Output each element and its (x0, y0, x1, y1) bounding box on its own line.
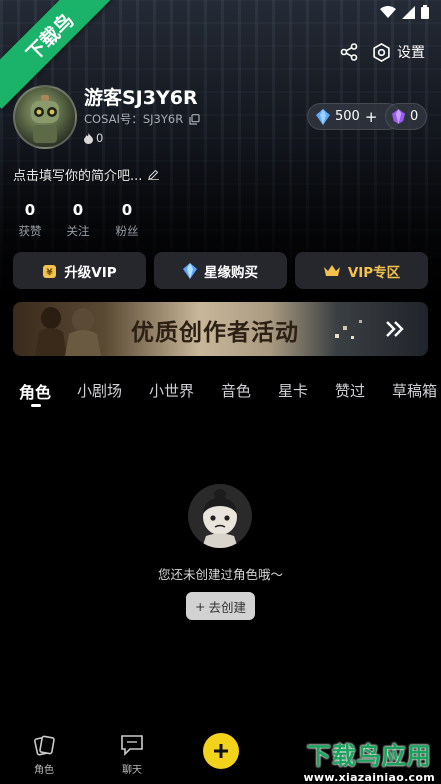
upgrade-vip-button[interactable]: ¥ 升级VIP (13, 252, 146, 289)
cartoon-girl-image (202, 489, 238, 548)
tab-voices[interactable]: 音色 (221, 380, 251, 401)
stat-likes-label: 获赞 (18, 224, 42, 238)
plus-icon: + (364, 107, 378, 126)
crown-icon (323, 264, 340, 276)
diamond-icon (183, 262, 197, 279)
banner-characters-image (35, 307, 101, 356)
crystal-amount: 500 (335, 109, 360, 124)
nav-characters[interactable]: 角色 (22, 734, 66, 776)
plus-icon: + (195, 598, 206, 614)
tab-theater[interactable]: 小剧场 (77, 380, 122, 401)
stat-following-value: 0 (72, 201, 84, 219)
vip-zone-label: VIP专区 (347, 264, 401, 281)
nav-chat-label: 聊天 (122, 765, 142, 776)
popularity: 0 (84, 131, 103, 145)
bio-placeholder: 点击填写你的简介吧... (13, 169, 143, 184)
stat-following[interactable]: 0 关注 (58, 201, 98, 239)
gem-amount: 0 (410, 109, 419, 124)
tab-small-world[interactable]: 小世界 (149, 380, 194, 401)
empty-state-illustration (188, 484, 252, 548)
stat-followers-value: 0 (121, 201, 133, 219)
empty-state-message: 您还未创建过角色哦～ (157, 567, 283, 582)
gear-icon (373, 42, 390, 62)
nav-characters-label: 角色 (34, 765, 54, 776)
flame-icon (84, 132, 93, 144)
cosai-id: COSAI号：SJ3Y6R (84, 111, 200, 127)
popularity-count: 0 (96, 131, 104, 145)
vip-coin-icon: ¥ (43, 264, 57, 278)
battery-icon (421, 5, 429, 19)
stat-likes[interactable]: 0 获赞 (10, 201, 50, 239)
avatar[interactable] (13, 85, 77, 149)
active-tab-indicator (31, 404, 41, 407)
create-button-label: 去创建 (208, 599, 246, 615)
robot-avatar-image (31, 95, 59, 143)
double-chevron-right-icon (386, 321, 404, 337)
upgrade-vip-label: 升级VIP (64, 264, 117, 281)
copy-icon[interactable] (189, 113, 200, 125)
character-cards-icon (34, 735, 55, 756)
watermark-title: 下载鸟应用 (306, 742, 432, 770)
stat-followers[interactable]: 0 粉丝 (107, 201, 147, 239)
create-button[interactable] (203, 733, 239, 769)
pixel-sparkle-decoration (335, 320, 362, 339)
username: 游客SJ3Y6R (84, 87, 198, 109)
gem-balance[interactable]: 0 (385, 103, 427, 130)
stat-followers-label: 粉丝 (115, 224, 139, 238)
settings-button[interactable]: 设置 (372, 42, 425, 62)
top-actions: 设置 (340, 42, 425, 62)
bio[interactable]: 点击填写你的简介吧... (13, 165, 160, 184)
chat-icon (121, 735, 143, 756)
stat-likes-value: 0 (24, 201, 36, 219)
share-icon[interactable] (340, 43, 358, 61)
banner-title: 优质创作者活动 (131, 319, 299, 346)
star-purchase-label: 星缘购买 (204, 264, 258, 281)
tab-characters[interactable]: 角色 (19, 379, 51, 403)
nav-chat[interactable]: 聊天 (110, 734, 154, 776)
creator-event-banner[interactable]: 优质创作者活动 (13, 302, 428, 356)
signal-icon (402, 5, 415, 19)
edit-pencil-icon (148, 169, 160, 180)
tab-star-cards[interactable]: 星卡 (278, 380, 308, 401)
create-character-button[interactable]: + 去创建 (186, 592, 255, 620)
status-bar (380, 4, 429, 20)
blue-crystal-icon (316, 108, 330, 125)
stat-following-label: 关注 (66, 224, 90, 238)
cosai-id-text: COSAI号：SJ3Y6R (84, 112, 184, 126)
tab-drafts[interactable]: 草稿箱 (392, 380, 437, 401)
vip-zone-button[interactable]: VIP专区 (295, 252, 428, 289)
settings-label: 设置 (397, 45, 425, 61)
wifi-icon (380, 5, 396, 18)
plus-icon (214, 744, 228, 758)
footer-watermark: 下载鸟应用 www.xiazainiao.com (303, 736, 435, 784)
content-tabs: 角色 小剧场 小世界 音色 星卡 赞过 草稿箱 (0, 376, 441, 406)
purple-gem-icon (392, 109, 405, 124)
watermark-url: www.xiazainiao.com (303, 771, 435, 784)
svg-text:¥: ¥ (47, 268, 54, 278)
star-purchase-button[interactable]: 星缘购买 (154, 252, 287, 289)
tab-liked[interactable]: 赞过 (335, 380, 365, 401)
